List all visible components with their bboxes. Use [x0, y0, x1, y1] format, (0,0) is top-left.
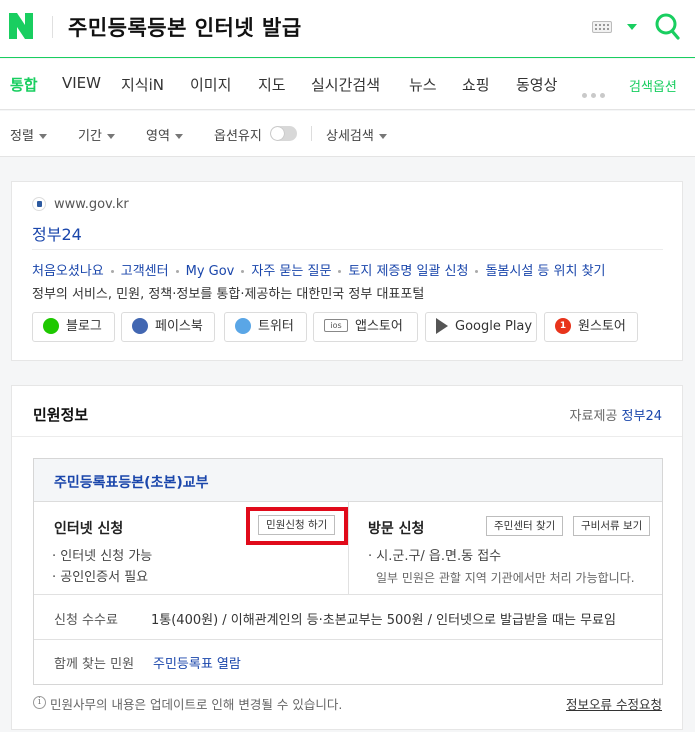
sitelink[interactable]: 고객센터 [121, 264, 169, 279]
site-description: 정부의 서비스, 민원, 정책·정보를 통합·제공하는 대한민국 정부 대표포털 [32, 287, 425, 302]
site-url[interactable]: www.gov.kr [54, 197, 129, 212]
appstore-button[interactable]: ios 앱스토어 [313, 312, 418, 342]
sitelink[interactable]: 토지 제증명 일괄 신청 [348, 264, 468, 279]
tab-view[interactable]: VIEW [62, 74, 101, 92]
filter-bar: 정렬 기간 영역 옵션유지 상세검색 [0, 111, 695, 157]
fee-value: 1통(400원) / 이해관계인의 등·초본교부는 500원 / 인터넷으로 발… [151, 613, 616, 628]
search-query[interactable]: 주민등록등본 인터넷 발급 [68, 12, 302, 42]
site-result-card: www.gov.kr 정부24 처음오셨나요 고객센터 My Gov 자주 묻는 질문… [11, 181, 683, 361]
google-play-icon [436, 317, 448, 334]
naver-logo-icon[interactable] [9, 13, 33, 39]
detail-search-label: 상세검색 [326, 129, 374, 144]
related-link[interactable]: 주민등록표 열람 [153, 653, 241, 672]
blog-icon [43, 317, 59, 334]
facebook-icon [132, 317, 148, 334]
keep-options-toggle[interactable] [270, 126, 297, 141]
detail-search-dropdown[interactable]: 상세검색 [326, 125, 387, 144]
internet-apply-title: 인터넷 신청 [54, 521, 124, 537]
tab-kin[interactable]: 지식iN [121, 74, 164, 95]
doc-title[interactable]: 주민등록표등본(초본)교부 [54, 472, 208, 492]
appstore-label: 앱스토어 [355, 319, 403, 334]
highlight-box [246, 507, 348, 545]
find-center-button[interactable]: 주민센터 찾기 [486, 516, 564, 536]
visit-note: 일부 민원은 관할 지역 기관에서만 처리 가능합니다. [376, 571, 635, 585]
tab-integrated[interactable]: 통합 [10, 74, 38, 95]
fee-label: 신청 수수료 [54, 613, 118, 628]
sitelinks: 처음오셨나요 고객센터 My Gov 자주 묻는 질문 토지 제증명 일괄 신청 돌봄시설… [32, 260, 606, 279]
row-divider [34, 639, 662, 640]
civil-info-title: 민원정보 [33, 406, 89, 424]
tab-image[interactable]: 이미지 [190, 74, 231, 95]
google-play-label: Google Play [455, 319, 533, 334]
period-label: 기간 [78, 129, 102, 144]
doc-header: 주민등록표등본(초본)교부 [34, 459, 662, 502]
search-tabs: 통합 VIEW 지식iN 이미지 지도 실시간검색 뉴스 쇼핑 동영상 검색옵션 [0, 59, 695, 110]
ios-icon: ios [324, 319, 348, 332]
onestore-button[interactable]: 1 원스토어 [544, 312, 638, 342]
area-label: 영역 [146, 129, 170, 144]
update-notice: 민원사무의 내용은 업데이트로 인해 변경될 수 있습니다. [50, 697, 343, 712]
more-tabs-icon[interactable] [582, 83, 609, 102]
tab-news[interactable]: 뉴스 [409, 74, 437, 95]
card-divider [12, 436, 682, 437]
chevron-down-icon [378, 134, 387, 139]
info-icon: i [33, 696, 46, 709]
civil-info-card: 민원정보 자료제공 정부24 주민등록표등본(초본)교부 인터넷 신청 민원신청… [11, 385, 683, 730]
chevron-down-icon [38, 134, 47, 139]
period-dropdown[interactable]: 기간 [78, 125, 115, 144]
twitter-button[interactable]: 트위터 [224, 312, 307, 342]
tab-video[interactable]: 동영상 [516, 74, 557, 95]
ios-icon-text: ios [330, 321, 342, 330]
facebook-label: 페이스북 [155, 319, 203, 334]
visit-apply-title: 방문 신청 [368, 521, 425, 537]
sort-dropdown[interactable]: 정렬 [10, 125, 47, 144]
tab-shopping[interactable]: 쇼핑 [462, 74, 490, 95]
related-label: 함께 찾는 민원 [54, 657, 135, 672]
card-divider [32, 249, 663, 250]
internet-info-line: · 공인인증서 필요 [52, 570, 149, 585]
sort-label: 정렬 [10, 129, 34, 144]
twitter-label: 트위터 [258, 319, 294, 334]
source-label: 자료제공 [569, 409, 618, 424]
filter-divider [311, 126, 312, 141]
keep-options-label: 옵션유지 [214, 129, 262, 144]
blog-label: 블로그 [66, 319, 102, 334]
chevron-down-icon [174, 134, 183, 139]
column-divider [348, 502, 349, 594]
onestore-icon: 1 [555, 317, 571, 334]
search-icon[interactable] [654, 12, 680, 40]
keyboard-icon[interactable] [592, 21, 612, 33]
gov-favicon-icon [32, 197, 46, 211]
header-divider [52, 16, 53, 38]
facebook-button[interactable]: 페이스북 [121, 312, 215, 342]
data-source: 자료제공 정부24 [570, 405, 662, 424]
google-play-button[interactable]: Google Play [425, 312, 537, 342]
row-divider [34, 594, 662, 595]
tab-realtime[interactable]: 실시간검색 [311, 74, 380, 95]
area-dropdown[interactable]: 영역 [146, 125, 183, 144]
twitter-icon [235, 317, 251, 334]
sitelink[interactable]: 돌봄시설 등 위치 찾기 [485, 264, 605, 279]
internet-info-line: · 인터넷 신청 가능 [52, 549, 153, 564]
sitelink[interactable]: My Gov [186, 264, 235, 279]
report-error-link[interactable]: 정보오류 수정요청 [566, 694, 662, 713]
onestore-label: 원스토어 [578, 319, 626, 334]
search-options-button[interactable]: 검색옵션 [629, 76, 677, 95]
civil-doc-box: 주민등록표등본(초본)교부 인터넷 신청 민원신청 하기 · 인터넷 신청 가능… [33, 458, 663, 685]
source-link[interactable]: 정부24 [622, 409, 662, 424]
info-icon-text: i [38, 697, 41, 707]
sitelink[interactable]: 처음오셨나요 [32, 264, 104, 279]
sitelink[interactable]: 자주 묻는 질문 [251, 264, 331, 279]
search-header: 주민등록등본 인터넷 발급 [0, 0, 695, 58]
view-documents-button[interactable]: 구비서류 보기 [573, 516, 651, 536]
site-title-link[interactable]: 정부24 [32, 221, 82, 245]
onestore-icon-text: 1 [559, 320, 567, 331]
visit-info-line: · 시.군.구/ 읍.면.동 접수 [368, 549, 502, 564]
autocomplete-toggle-icon[interactable] [627, 24, 637, 30]
blog-button[interactable]: 블로그 [32, 312, 115, 342]
chevron-down-icon [106, 134, 115, 139]
tab-map[interactable]: 지도 [258, 74, 286, 95]
